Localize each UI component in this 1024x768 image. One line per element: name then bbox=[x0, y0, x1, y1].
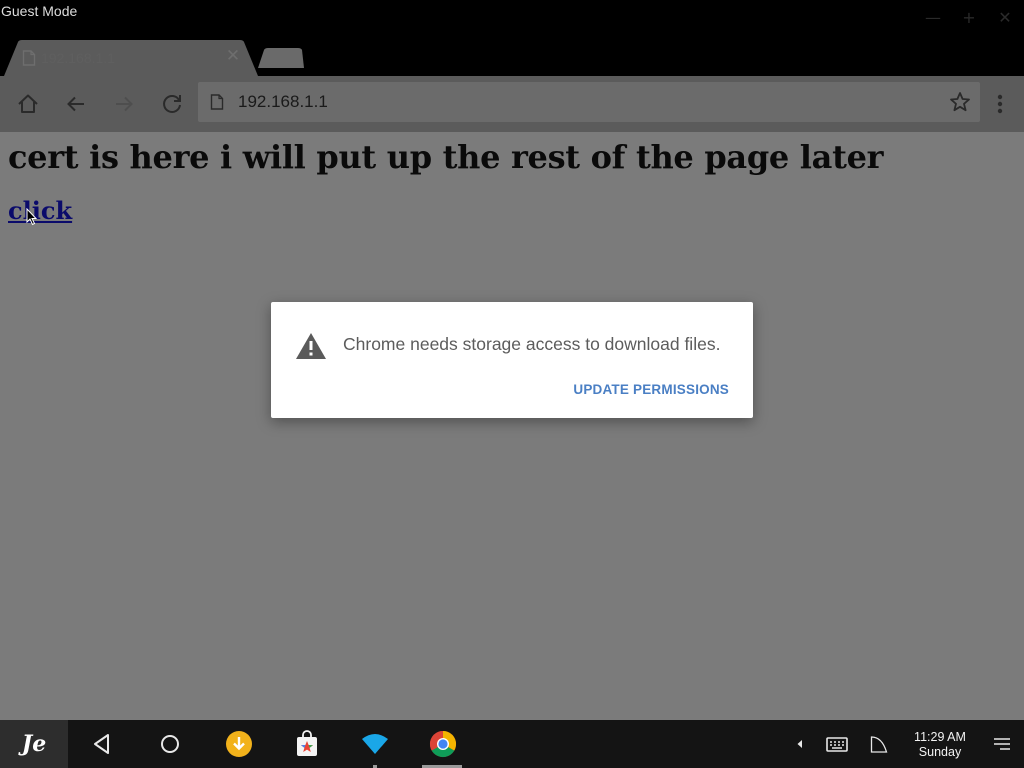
clock-day: Sunday bbox=[918, 745, 962, 759]
click-link[interactable]: click bbox=[8, 196, 72, 225]
page-content: cert is here i will put up the rest of t… bbox=[0, 132, 1024, 720]
taskbar-clock[interactable]: 11:29 AM Sunday bbox=[906, 730, 974, 760]
page-info-icon[interactable] bbox=[210, 94, 224, 110]
maximize-icon[interactable]: + bbox=[958, 8, 980, 28]
home-icon[interactable] bbox=[14, 90, 42, 118]
clock-time: 11:29 AM bbox=[914, 730, 966, 744]
close-icon[interactable]: ✕ bbox=[994, 8, 1016, 28]
address-bar[interactable]: 192.168.1.1 bbox=[198, 82, 980, 122]
page-icon bbox=[22, 50, 36, 66]
nav-back-icon[interactable] bbox=[88, 730, 116, 758]
tab-close-icon[interactable]: ✕ bbox=[224, 46, 242, 66]
expand-arrow-icon[interactable] bbox=[794, 734, 806, 754]
page-heading: cert is here i will put up the rest of t… bbox=[8, 138, 884, 176]
notifications-icon[interactable] bbox=[992, 734, 1012, 754]
storage-permission-dialog: Chrome needs storage access to download … bbox=[271, 302, 753, 418]
reload-icon[interactable] bbox=[158, 90, 186, 118]
dialog-message: Chrome needs storage access to download … bbox=[343, 334, 721, 354]
start-button[interactable]: Je bbox=[0, 720, 68, 768]
star-icon[interactable] bbox=[948, 90, 972, 114]
menu-icon[interactable] bbox=[990, 90, 1010, 118]
download-icon[interactable] bbox=[225, 730, 253, 758]
wifi-icon[interactable] bbox=[361, 730, 389, 758]
store-icon[interactable] bbox=[293, 730, 321, 758]
forward-icon[interactable] bbox=[110, 90, 138, 118]
nav-home-icon[interactable] bbox=[156, 730, 184, 758]
browser-toolbar: 192.168.1.1 bbox=[0, 76, 1024, 132]
guest-mode-label: Guest Mode bbox=[1, 3, 78, 19]
new-tab-button[interactable] bbox=[258, 48, 304, 68]
tab-title: 192.168.1.1 bbox=[41, 50, 115, 66]
keyboard-icon[interactable] bbox=[826, 734, 848, 754]
update-permissions-button[interactable]: UPDATE PERMISSIONS bbox=[573, 382, 729, 397]
title-bar: Guest Mode — + ✕ bbox=[0, 0, 1024, 40]
url-text[interactable]: 192.168.1.1 bbox=[238, 92, 328, 112]
minimize-icon[interactable]: — bbox=[922, 8, 944, 28]
taskbar: Je 11:29 AM Sunday bbox=[0, 720, 1024, 768]
signal-icon[interactable] bbox=[870, 734, 888, 754]
chrome-icon[interactable] bbox=[429, 730, 457, 758]
back-icon[interactable] bbox=[62, 90, 90, 118]
warning-icon bbox=[296, 333, 326, 359]
mouse-cursor-icon bbox=[26, 208, 38, 226]
browser-tab[interactable]: 192.168.1.1 ✕ bbox=[4, 40, 258, 76]
